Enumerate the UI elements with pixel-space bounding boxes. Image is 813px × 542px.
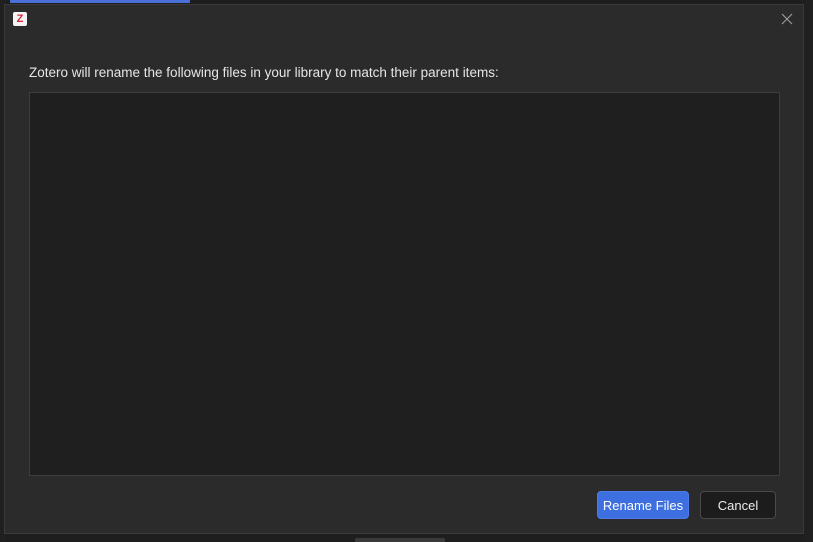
background-tab-accent [10,0,190,3]
zotero-icon: Z [13,12,27,26]
rename-files-button[interactable]: Rename Files [597,491,689,519]
dialog-message: Zotero will rename the following files i… [29,65,499,80]
file-list[interactable] [29,92,780,476]
dialog-titlebar: Z [5,5,803,33]
background-right-column [804,0,813,542]
close-button[interactable] [779,11,795,27]
rename-files-dialog: Z Zotero will rename the following files… [4,4,804,534]
close-icon [781,13,793,25]
zotero-icon-letter: Z [16,12,24,25]
background-scroll-handle [355,538,445,542]
cancel-button[interactable]: Cancel [700,491,776,519]
